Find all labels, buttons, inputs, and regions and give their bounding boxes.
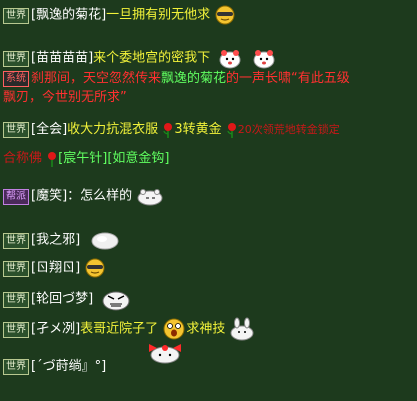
world-channel-badge[interactable]: 世界 — [3, 50, 29, 67]
chat-message: 世界 [我之邪] — [3, 230, 414, 250]
system-message: 系统 刹那间，天空忽然传来飘逸的菊花的一声长啸“有此五级 — [3, 70, 414, 88]
chat-message: 帮派 [魔笑]：怎么样的 — [3, 186, 414, 206]
message-text: ：怎么样的 — [67, 188, 133, 204]
message-text: 收大力抗混衣服 — [67, 122, 159, 137]
message-speaker[interactable]: [魔笑] — [31, 189, 67, 204]
message-text: 求神技 — [186, 321, 226, 337]
message-text: 20次领荒地转金锁定 — [237, 123, 340, 136]
chat-message: 世界 [飘逸的菊花]一旦拥有别无他求 — [3, 5, 414, 25]
chat-message: 世界 [ˊづ莳绱』°] — [3, 358, 414, 376]
world-channel-badge[interactable]: 世界 — [3, 7, 29, 24]
system-channel-badge: 系统 — [3, 71, 29, 87]
message-speaker[interactable]: [苗苗苗苗] — [31, 51, 93, 66]
message-speaker[interactable]: [孑メ冽] — [31, 322, 80, 337]
rose-icon — [48, 151, 57, 167]
message-speaker[interactable]: [轮回づ梦] — [31, 292, 93, 307]
chat-message: 世界 [苗苗苗苗]来个委地宫的密我下 — [3, 47, 414, 69]
clan-channel-badge[interactable]: 帮派 — [3, 188, 29, 205]
chat-message: 世界 [孑メ冽]表哥近院子了 求神技 — [3, 317, 414, 341]
message-speaker[interactable]: [飘逸的菊花] — [31, 8, 106, 23]
blob-icon — [91, 232, 119, 250]
message-text: 合称佛 — [3, 151, 43, 166]
sunglasses-face-icon — [85, 258, 105, 278]
world-channel-badge[interactable]: 世界 — [3, 321, 29, 338]
message-speaker[interactable]: [全会] — [31, 122, 67, 137]
system-player-name[interactable]: 飘逸的菊花 — [161, 71, 226, 86]
system-text: 的一声长啸“有此五级 — [226, 71, 350, 86]
item-link[interactable]: [如意金钩] — [107, 151, 169, 166]
chat-message: 世界 [轮回づ梦] — [3, 287, 414, 311]
chat-message-continued: 合称佛 [宸午针][如意金钩] — [3, 150, 414, 168]
chat-message: 世界 [ㄖ翔ㄖ] — [3, 258, 414, 278]
chat-log: 世界 [飘逸的菊花]一旦拥有别无他求 世界 [苗苗苗苗]来个委地宫的密我下 系统… — [0, 0, 417, 401]
surprised-face-icon — [219, 50, 241, 69]
message-text: 一旦拥有别无他求 — [106, 7, 211, 23]
message-speaker[interactable]: [ˊづ莳绱』°] — [31, 359, 106, 374]
world-channel-badge[interactable]: 世界 — [3, 291, 29, 308]
shocked-face-icon — [163, 318, 185, 340]
angry-blob-icon — [102, 291, 130, 311]
world-channel-badge[interactable]: 世界 — [3, 122, 29, 138]
surprised-face-icon — [253, 50, 275, 69]
message-text: 来个委地宫的密我下 — [93, 50, 211, 66]
system-text: 飘刃，今世别无所求” — [3, 90, 127, 105]
world-channel-badge[interactable]: 世界 — [3, 359, 29, 375]
sleeping-blob-icon — [137, 189, 163, 206]
system-text: 刹那间，天空忽然传来 — [31, 71, 162, 86]
bunny-blob-icon — [230, 317, 254, 341]
message-text: 表哥近院子了 — [80, 321, 159, 337]
item-link[interactable]: [宸午针] — [58, 151, 107, 166]
bow-blob-icon — [149, 344, 181, 364]
system-message-continued: 飘刃，今世别无所求” — [3, 89, 414, 107]
rose-icon — [227, 122, 236, 138]
world-channel-badge[interactable]: 世界 — [3, 232, 29, 249]
sunglasses-face-icon — [215, 5, 235, 25]
world-channel-badge[interactable]: 世界 — [3, 260, 29, 277]
message-text: 3转黄金 — [174, 122, 222, 137]
rose-icon — [163, 122, 173, 138]
message-speaker[interactable]: [ㄖ翔ㄖ] — [31, 261, 80, 276]
message-speaker[interactable]: [我之邪] — [31, 233, 80, 248]
chat-message: 世界 [全会]收大力抗混衣服 3转黄金 20次领荒地转金锁定 — [3, 121, 414, 139]
